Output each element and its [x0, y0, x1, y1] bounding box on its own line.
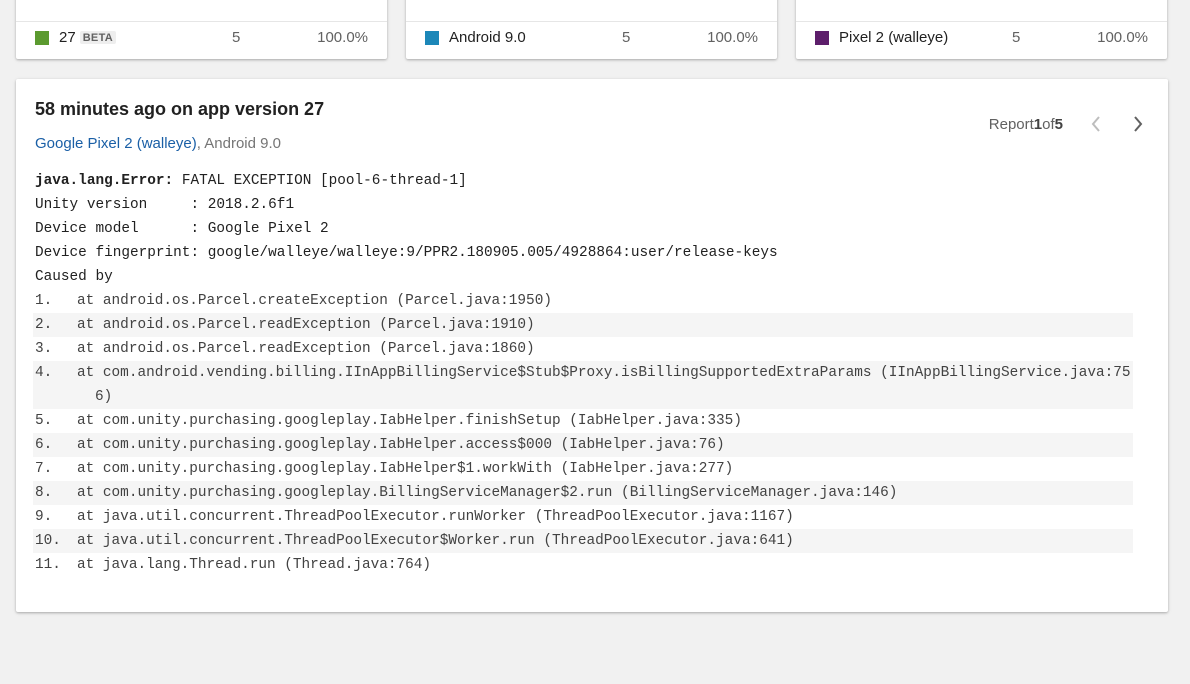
exception-type: java.lang.Error:	[35, 173, 174, 189]
frame-number: 6.	[35, 437, 53, 453]
stack-frame: 2. at android.os.Parcel.readException (Pa…	[33, 313, 1133, 337]
frame-text: at java.util.concurrent.ThreadPoolExecut…	[77, 533, 794, 549]
report-title: 58 minutes ago on app version 27	[35, 99, 325, 119]
chevron-left-icon	[1091, 116, 1100, 132]
crash-count: 5	[232, 29, 241, 46]
color-swatch	[425, 31, 439, 45]
stack-frame: 1. at android.os.Parcel.createException (…	[33, 289, 1133, 313]
android-version-label: Android 9.0	[449, 29, 526, 46]
frame-number: 11.	[35, 557, 61, 573]
frame-number: 4.	[35, 365, 53, 381]
frame-text: at android.os.Parcel.readException (Parc…	[77, 317, 535, 333]
color-swatch	[815, 31, 829, 45]
frame-text: at android.os.Parcel.readException (Parc…	[77, 341, 535, 357]
crash-percent: 100.0%	[317, 29, 368, 46]
frame-number: 2.	[35, 317, 53, 333]
exception-message: FATAL EXCEPTION [pool-6-thread-1]	[173, 173, 467, 189]
crash-report-panel: 58 minutes ago on app version 27 Google …	[16, 79, 1168, 612]
app-version-label: 27 BETA	[59, 29, 117, 46]
stack-frame: 4. at com.android.vending.billing.IInAppB…	[33, 361, 1133, 409]
crash-count: 5	[622, 29, 631, 46]
frame-number: 9.	[35, 509, 53, 525]
frame-number: 5.	[35, 413, 53, 429]
crash-percent: 100.0%	[1097, 29, 1148, 46]
unity-version-line: Unity version : 2018.2.6f1	[35, 197, 295, 213]
pager-current: 1	[1033, 115, 1043, 133]
frame-number: 1.	[35, 293, 53, 309]
frame-text: at com.unity.purchasing.googleplay.IabHe…	[77, 437, 725, 453]
device-card: Pixel 2 (walleye) 5 100.0%	[796, 0, 1167, 59]
previous-report-button[interactable]	[1085, 113, 1107, 135]
pager-prefix: Report	[988, 115, 1034, 133]
android-version-card: Android 9.0 5 100.0%	[406, 0, 777, 59]
stack-frame: 6. at com.unity.purchasing.googleplay.Iab…	[33, 433, 1133, 457]
app-version-card: 27 BETA 5 100.0%	[16, 0, 387, 59]
stack-frame: 7. at com.unity.purchasing.googleplay.Iab…	[33, 457, 1133, 481]
android-version-row[interactable]: Android 9.0 5 100.0%	[406, 22, 777, 59]
device-label: Pixel 2 (walleye)	[839, 29, 949, 46]
stack-frame: 9. at java.util.concurrent.ThreadPoolExec…	[33, 505, 1133, 529]
device-row[interactable]: Pixel 2 (walleye) 5 100.0%	[796, 22, 1167, 59]
crash-count: 5	[1012, 29, 1021, 46]
stack-frame: 11. at java.lang.Thread.run (Thread.java:…	[33, 553, 1133, 577]
exception-line: java.lang.Error: FATAL EXCEPTION [pool-6…	[33, 169, 1133, 193]
version-value: 27	[59, 29, 76, 46]
frame-number: 3.	[35, 341, 53, 357]
frame-text: at com.unity.purchasing.googleplay.IabHe…	[77, 413, 742, 429]
pager-of: of	[1042, 115, 1055, 133]
frame-text: at java.lang.Thread.run (Thread.java:764…	[77, 557, 432, 573]
frame-text: at android.os.Parcel.createException (Pa…	[77, 293, 552, 309]
stack-frame: 3. at android.os.Parcel.readException (Pa…	[33, 337, 1133, 361]
device-fingerprint-line: Device fingerprint: google/walleye/walle…	[35, 245, 778, 261]
frame-text: at com.unity.purchasing.googleplay.IabHe…	[77, 461, 734, 477]
os-version: Android 9.0	[204, 135, 281, 152]
frame-text: at java.util.concurrent.ThreadPoolExecut…	[77, 509, 794, 525]
device-link[interactable]: Google Pixel 2 (walleye)	[35, 135, 197, 152]
stack-trace: java.lang.Error: FATAL EXCEPTION [pool-6…	[33, 169, 1133, 577]
frame-number: 7.	[35, 461, 53, 477]
app-version-row[interactable]: 27 BETA 5 100.0%	[16, 22, 387, 59]
crash-percent: 100.0%	[707, 29, 758, 46]
frame-number: 10.	[35, 533, 61, 549]
stack-frame: 10. at java.util.concurrent.ThreadPoolExe…	[33, 529, 1133, 553]
next-report-button[interactable]	[1127, 113, 1149, 135]
chevron-right-icon	[1134, 116, 1143, 132]
stack-frame: 8. at com.unity.purchasing.googleplay.Bil…	[33, 481, 1133, 505]
frame-text: at com.android.vending.billing.IInAppBil…	[77, 365, 1131, 405]
frame-text: at com.unity.purchasing.googleplay.Billi…	[77, 485, 898, 501]
pager-total: 5	[1054, 115, 1063, 133]
report-pager: Report 1 of 5	[989, 113, 1149, 135]
device-model-line: Device model : Google Pixel 2	[35, 221, 329, 237]
breakdown-cards: 27 BETA 5 100.0% Android 9.0 5 100.0% Pix…	[16, 0, 1168, 59]
caused-by-line: Caused by	[35, 269, 113, 285]
report-device-info: Google Pixel 2 (walleye), Android 9.0	[35, 135, 281, 152]
stack-frame: 5. at com.unity.purchasing.googleplay.Iab…	[33, 409, 1133, 433]
color-swatch	[35, 31, 49, 45]
frame-number: 8.	[35, 485, 53, 501]
beta-badge: BETA	[79, 31, 117, 44]
